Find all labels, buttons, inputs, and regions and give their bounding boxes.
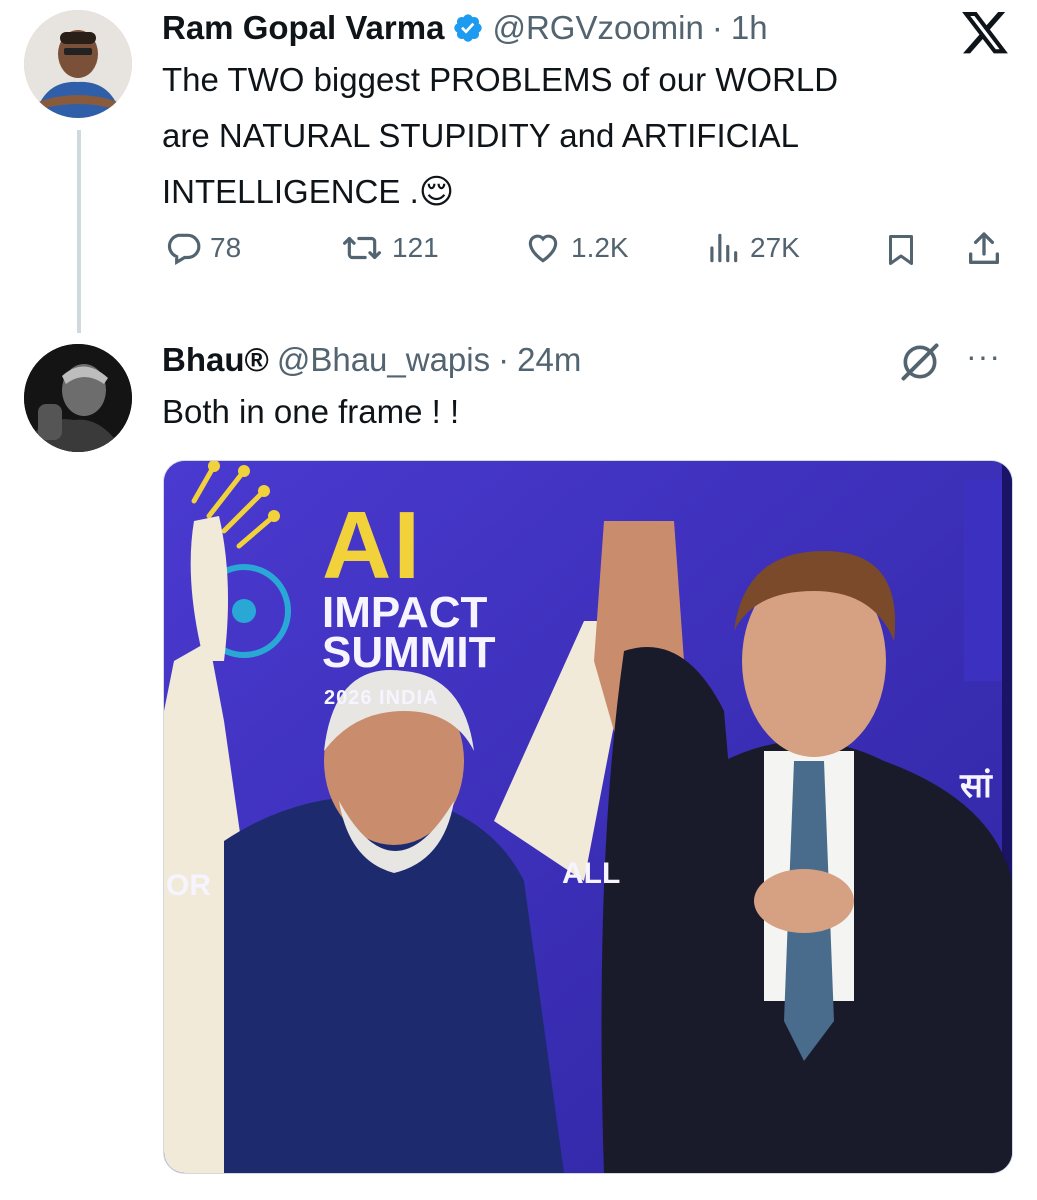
views-count: 27K xyxy=(750,232,800,263)
tweet-text-line-2: are NATURAL STUPIDITY and ARTIFICIAL xyxy=(162,117,799,154)
photo-logo-summit: SUMMIT xyxy=(322,628,496,677)
more-icon[interactable]: ··· xyxy=(966,338,1001,375)
handle[interactable]: @RGVzoomin xyxy=(492,9,703,47)
grok-icon[interactable] xyxy=(898,340,942,389)
reply-header: Bhau® @Bhau_wapis · 24m xyxy=(162,338,581,382)
reply-text: Both in one frame ! ! xyxy=(162,393,460,430)
reply-display-name[interactable]: Bhau® xyxy=(162,341,269,379)
reply-icon xyxy=(167,233,201,266)
photo-logo-india: 2026 INDIA xyxy=(324,687,439,709)
share-icon[interactable] xyxy=(964,229,1004,274)
retweet-button[interactable]: 121 xyxy=(340,229,439,267)
reply-media-photo[interactable]: AI IMPACT SUMMIT 2026 INDIA OR ALL सां xyxy=(163,460,1013,1174)
avatar-rgv[interactable] xyxy=(24,10,132,118)
verified-badge-icon xyxy=(452,12,484,44)
reply-count: 78 xyxy=(210,232,242,263)
tweet-text-line-3-text: INTELLIGENCE . xyxy=(162,173,419,210)
reply-handle[interactable]: @Bhau_wapis xyxy=(277,341,490,379)
thread-line xyxy=(77,130,81,333)
retweet-count: 121 xyxy=(392,232,439,263)
retweet-icon xyxy=(343,236,381,260)
photo-logo-ai: AI xyxy=(322,492,422,599)
avatar-bhau[interactable] xyxy=(24,344,132,452)
like-button[interactable]: 1.2K xyxy=(523,229,629,267)
display-name[interactable]: Ram Gopal Varma xyxy=(162,9,444,47)
photo-bg-text-left: OR xyxy=(166,869,211,902)
photo-bg-text-right: सां xyxy=(960,767,992,805)
separator-dot: · xyxy=(711,9,723,46)
relieved-emoji: 😌 xyxy=(418,173,455,211)
tweet-header: Ram Gopal Varma @RGVzoomin · 1h xyxy=(162,6,768,50)
photo-scene xyxy=(164,461,1012,1173)
like-count: 1.2K xyxy=(571,232,629,263)
reply-timestamp[interactable]: 24m xyxy=(517,341,581,379)
views-icon xyxy=(710,233,738,263)
timestamp[interactable]: 1h xyxy=(731,9,768,47)
tweet-text: The TWO biggest PROBLEMS of our WORLD ar… xyxy=(162,52,992,220)
like-icon xyxy=(528,234,558,263)
bookmark-icon[interactable] xyxy=(883,231,919,274)
avatar-bhau-image xyxy=(24,344,132,452)
reply-button[interactable]: 78 xyxy=(164,229,241,267)
tweet-text-line-1: The TWO biggest PROBLEMS of our WORLD xyxy=(162,61,839,98)
reply-separator-dot: · xyxy=(498,341,510,378)
photo-bg-text-mid: ALL xyxy=(562,857,621,890)
tweet-text-line-3: INTELLIGENCE .😌 xyxy=(162,164,992,220)
views-button[interactable]: 27K xyxy=(704,229,800,267)
x-logo-icon[interactable] xyxy=(962,12,1008,54)
avatar-rgv-image xyxy=(24,10,132,118)
